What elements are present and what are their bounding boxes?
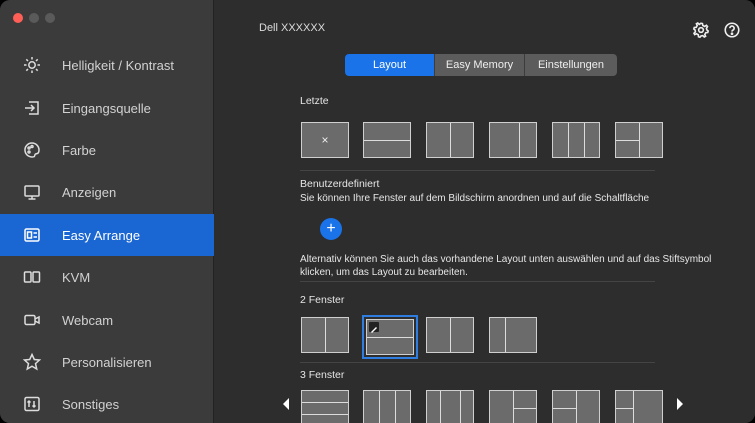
sidebar: Helligkeit / Kontrast Eingangsquelle Far… bbox=[0, 0, 214, 423]
settings-gear-button[interactable] bbox=[692, 21, 710, 39]
edit-pencil-icon[interactable] bbox=[369, 322, 379, 333]
sidebar-item-label: Eingangsquelle bbox=[62, 100, 151, 116]
divider bbox=[300, 170, 655, 171]
help-icon bbox=[724, 22, 740, 38]
sidebar-item-misc[interactable]: Sonstiges bbox=[0, 383, 214, 423]
maximize-window-button[interactable] bbox=[45, 13, 55, 23]
gear-icon bbox=[692, 21, 710, 39]
layout-2-vertical-alt[interactable] bbox=[426, 317, 474, 353]
scroll-right-arrow[interactable] bbox=[675, 397, 685, 411]
tab-easy-memory[interactable]: Easy Memory bbox=[435, 54, 525, 76]
easy-arrange-icon bbox=[22, 225, 42, 245]
display-icon bbox=[22, 182, 42, 202]
tab-bar: Layout Easy Memory Einstellungen bbox=[345, 54, 617, 76]
layout-2-vertical-wide[interactable] bbox=[489, 317, 537, 353]
empty-slot-mark: × bbox=[321, 133, 329, 147]
layout-3-split-alt[interactable] bbox=[615, 390, 663, 423]
layout-3-rows[interactable] bbox=[301, 390, 349, 423]
recent-layout-2-horizontal[interactable] bbox=[363, 122, 411, 158]
app-window: Helligkeit / Kontrast Eingangsquelle Far… bbox=[0, 0, 755, 423]
three-windows-heading: 3 Fenster bbox=[300, 369, 345, 381]
custom-alt-text: Alternativ können Sie auch das vorhanden… bbox=[300, 254, 712, 278]
layout-3-columns-alt[interactable] bbox=[426, 390, 474, 423]
sidebar-item-label: Farbe bbox=[62, 142, 96, 158]
sidebar-item-personalize[interactable]: Personalisieren bbox=[0, 341, 214, 383]
layout-2-vertical[interactable] bbox=[301, 317, 349, 353]
webcam-icon bbox=[22, 310, 42, 330]
custom-heading: Benutzerdefiniert bbox=[300, 178, 380, 190]
sidebar-item-label: Helligkeit / Kontrast bbox=[62, 57, 174, 73]
main-panel: Dell XXXXXX Layout Easy Memory Einstellu… bbox=[215, 0, 755, 423]
window-title: Dell XXXXXX bbox=[259, 22, 326, 34]
star-icon bbox=[22, 352, 42, 372]
recent-layout-2-vertical-wide[interactable] bbox=[489, 122, 537, 158]
custom-description: Sie können Ihre Fenster auf dem Bildschi… bbox=[300, 193, 650, 204]
help-button[interactable] bbox=[723, 21, 741, 39]
sidebar-item-label: Webcam bbox=[62, 312, 114, 328]
sidebar-item-label: Sonstiges bbox=[62, 396, 120, 412]
sidebar-item-brightness[interactable]: Helligkeit / Kontrast bbox=[0, 44, 214, 86]
recent-heading: Letzte bbox=[300, 95, 329, 107]
scroll-left-arrow[interactable] bbox=[281, 397, 291, 411]
sidebar-item-display[interactable]: Anzeigen bbox=[0, 171, 214, 213]
divider bbox=[300, 281, 655, 282]
sidebar-item-label: Easy Arrange bbox=[62, 227, 141, 243]
recent-layout-3-split[interactable] bbox=[615, 122, 663, 158]
close-window-button[interactable] bbox=[13, 13, 23, 23]
sidebar-item-label: Anzeigen bbox=[62, 184, 117, 200]
sidebar-item-webcam[interactable]: Webcam bbox=[0, 299, 214, 341]
layout-3-columns[interactable] bbox=[363, 390, 411, 423]
sidebar-item-kvm[interactable]: KVM bbox=[0, 256, 214, 298]
recent-layout-empty[interactable]: × bbox=[301, 122, 349, 158]
layout-3-split-left[interactable] bbox=[489, 390, 537, 423]
sidebar-item-easy-arrange[interactable]: Easy Arrange bbox=[0, 214, 214, 256]
misc-icon bbox=[22, 394, 42, 414]
add-layout-button[interactable]: + bbox=[320, 218, 342, 240]
two-windows-heading: 2 Fenster bbox=[300, 294, 345, 306]
sidebar-item-label: Personalisieren bbox=[62, 354, 152, 370]
brightness-icon bbox=[22, 55, 42, 75]
tab-settings[interactable]: Einstellungen bbox=[525, 54, 617, 76]
sidebar-item-label: KVM bbox=[62, 269, 91, 285]
sidebar-item-input-source[interactable]: Eingangsquelle bbox=[0, 87, 214, 129]
tab-layout[interactable]: Layout bbox=[345, 54, 435, 76]
sidebar-item-color[interactable]: Farbe bbox=[0, 129, 214, 171]
color-palette-icon bbox=[22, 140, 42, 160]
recent-layout-2-vertical[interactable] bbox=[426, 122, 474, 158]
recent-layout-3-columns[interactable] bbox=[552, 122, 600, 158]
kvm-icon bbox=[22, 267, 42, 287]
input-source-icon bbox=[22, 98, 42, 118]
layout-2-horizontal-selected[interactable] bbox=[362, 315, 418, 359]
layout-3-split-right[interactable] bbox=[552, 390, 600, 423]
divider bbox=[300, 362, 655, 363]
minimize-window-button[interactable] bbox=[29, 13, 39, 23]
